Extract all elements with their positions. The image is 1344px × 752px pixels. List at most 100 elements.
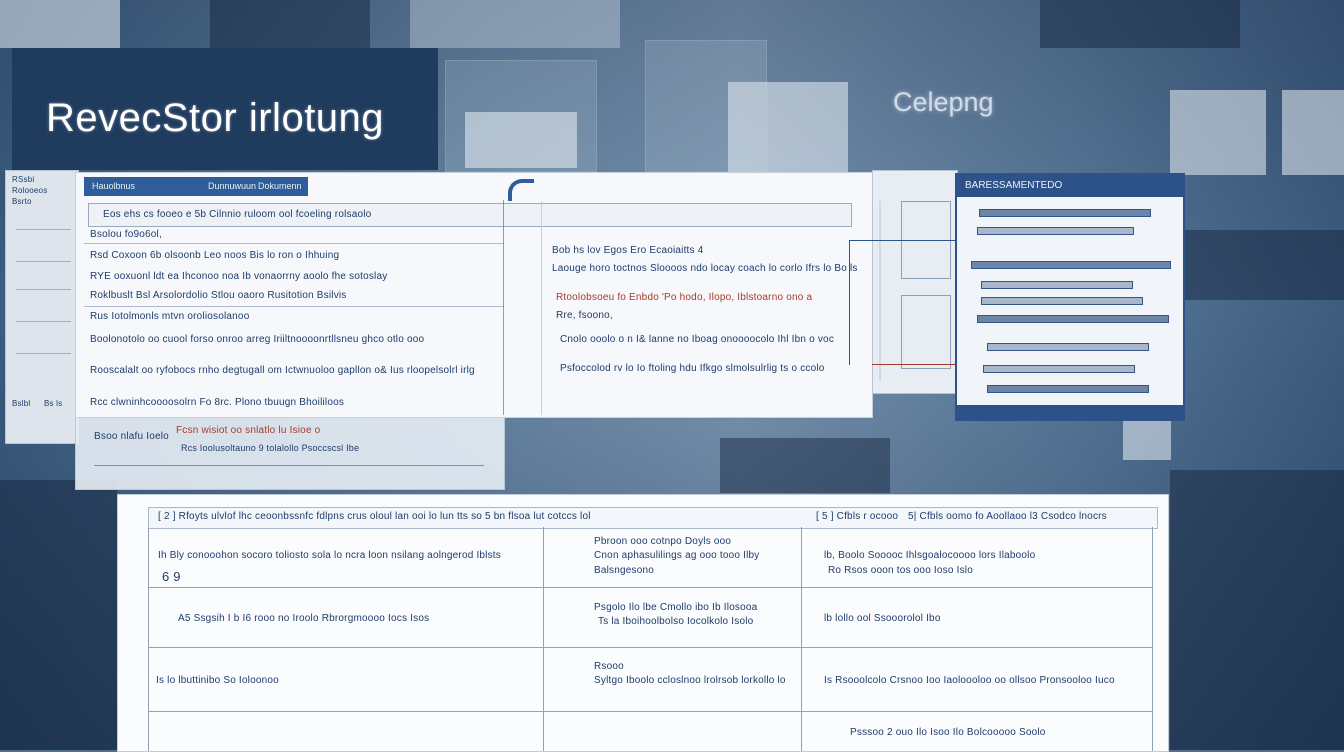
title-banner: RevecStor irlotung: [12, 48, 438, 170]
table-cell: Cnon aphasulilings ag ooo tooo Ilby: [594, 550, 760, 561]
text-line: Bob hs lov Egos Ero Ecaoiaitts 4: [552, 245, 704, 256]
text-line: Rcs Ioolusoltauno 9 tolalollo Psoccscsl …: [181, 443, 360, 453]
text-line: RYE ooxuonl ldt ea Ihconoo noa Ib vonaor…: [90, 271, 388, 282]
table-cell: Ro Rsos ooon tos ooo Ioso Islo: [828, 565, 973, 576]
background-drawer: [465, 112, 577, 168]
text-line: Roklbuslt Bsl Arsolordolio Stlou oaoro R…: [90, 290, 347, 301]
table-cell: Psgolo Ilo lbe Cmollo ibo Ib Ilosooa: [594, 602, 758, 613]
document-header: BARESSAMENTEDO: [957, 175, 1183, 197]
table-cell: lb lollo ool Ssooorolol Ibo: [824, 613, 941, 624]
background-shelf: [410, 0, 620, 48]
row-bar: [983, 365, 1135, 373]
row-divider: [148, 587, 1152, 588]
table-cell: 6 9: [162, 569, 181, 584]
background-rack: [1170, 470, 1344, 750]
divider: [84, 243, 504, 244]
background-device: [1282, 90, 1344, 175]
table-cell: Psssoo 2 ouo Ilo Isoo Ilo Bolcooooo Sool…: [850, 727, 1046, 738]
corner-label: Celepng: [893, 87, 994, 117]
text-line: Psfoccolod rv lo Io ftoling hdu Ifkgo sl…: [560, 363, 825, 374]
text-line: Cnolo ooolo o n I& lanne no Iboag onoooo…: [560, 334, 835, 345]
row-bar: [987, 343, 1149, 351]
background-rack: [1180, 230, 1344, 300]
table-cell: Is lo lbuttinibo So Ioloonoo: [156, 675, 279, 686]
row-bar: [977, 227, 1134, 235]
table-cell: Rsooo: [594, 661, 624, 672]
divider: [16, 353, 71, 354]
row-bar: [977, 315, 1169, 323]
highlight-line: Fcsn wisiot oo snlatlo lu Isioe o: [176, 425, 321, 436]
row-divider: [148, 711, 1152, 712]
text-line: Rre, fsoono,: [556, 310, 613, 321]
table-cell: Balsngesono: [594, 565, 655, 576]
row-bar: [979, 209, 1151, 217]
column-divider: [541, 201, 542, 415]
column-divider: [543, 527, 544, 751]
column-divider: [148, 527, 149, 751]
divider: [94, 465, 484, 466]
divider: [16, 229, 71, 230]
row-divider: [148, 647, 1152, 648]
frame: [901, 295, 951, 369]
connector-line: [849, 240, 955, 241]
background-device: [1170, 90, 1266, 175]
cursor-hook-icon: [508, 179, 534, 201]
text-line: Bsolou fo9o6ol,: [90, 229, 162, 240]
document-title: BARESSAMENTEDO: [965, 180, 1063, 191]
divider: [16, 321, 71, 322]
text-line: Boolonotolo oo cuool forso onroo arreg I…: [90, 334, 425, 345]
right-document: BARESSAMENTEDO: [955, 173, 1185, 421]
tab-label[interactable]: Dokumenn: [258, 181, 302, 191]
tab-label[interactable]: Hauolbnus: [92, 181, 135, 191]
table-cell: lb, Boolo Sooooc Ihlsgoalocoooo lors Ila…: [824, 550, 1036, 561]
highlight-line: Rtoolobsoeu fo Enbdo 'Po hodo, Ilopo, Ib…: [556, 292, 813, 303]
text-line: Rooscalalt oo ryfobocs rnho degtugall om…: [90, 365, 475, 376]
table-cell: Ts la Iboihoolbolso Iocolkolo Isolo: [598, 616, 754, 627]
search-row[interactable]: Eos ehs cs fooeo e 5b Cilnnio ruloom ool…: [88, 203, 852, 227]
main-document: Hauolbnus Dunnuwuun Dokumenn Eos ehs cs …: [75, 172, 873, 418]
list-item: Bs ls: [44, 399, 63, 408]
divider: [16, 289, 71, 290]
text-line: Rus Iotolmonls mtvn oroliosolanoo: [90, 311, 250, 322]
header-cell: [ 5 ] Cfbls r ocooo: [816, 511, 899, 522]
text-line: Bsoo nlafu Ioelo: [94, 431, 169, 442]
document-header: Hauolbnus Dunnuwuun Dokumenn: [84, 177, 308, 196]
divider: [879, 201, 881, 381]
divider: [16, 261, 71, 262]
divider: [84, 306, 504, 307]
middle-document: [872, 170, 958, 394]
connector-line: [849, 240, 850, 365]
connector-line: [872, 364, 956, 365]
table-cell: Syltgo Iboolo ccloslnoo lrolrsob lorkoll…: [594, 675, 786, 686]
left-document: RSsbi Rolooeos Bsrto Bslbl Bs ls: [5, 170, 79, 444]
background-shelf: [0, 0, 120, 48]
background-shelf: [1040, 0, 1240, 48]
table-cell: A5 Ssgsih I b I6 rooo no Iroolo Rbrorgmo…: [178, 613, 430, 624]
row-bar: [971, 261, 1171, 269]
tab-label[interactable]: Dunnuwuun: [208, 181, 256, 191]
header-cell: 5| Cfbls oomo fo Aoollaoo l3 Csodco lnoc…: [908, 511, 1107, 522]
connector-line: [503, 200, 504, 415]
text-line: Rcc clwninhcoooosolrn Fo 8rc. Plono tbuu…: [90, 397, 345, 408]
background-cabinet: [645, 40, 767, 172]
row-bar: [987, 385, 1149, 393]
page-title: RevecStor irlotung: [46, 96, 385, 140]
background-rack: [0, 480, 117, 750]
column-divider: [801, 527, 802, 751]
search-row-text: Eos ehs cs fooeo e 5b Cilnnio ruloom ool…: [103, 209, 372, 220]
row-bar: [981, 281, 1133, 289]
list-item: Bsrto: [12, 197, 32, 206]
background-shelf: [210, 0, 370, 48]
table-cell: Pbroon ooo cotnpo Doyls ooo: [594, 536, 732, 547]
table-cell: Is Rsooolcolo Crsnoo Ioo Iaoloooloo oo o…: [824, 675, 1115, 686]
data-table: [ 2 ] Rfoyts ulvlof lhc ceoonbssnfc fdlp…: [117, 494, 1169, 752]
list-item: RSsbi: [12, 175, 35, 184]
background-monitor: [720, 438, 890, 493]
document-footer: [957, 405, 1183, 419]
list-item: Bslbl: [12, 399, 31, 408]
table-cell: Ih Bly conooohon socoro toliosto sola lo…: [158, 550, 501, 561]
column-divider: [1152, 527, 1153, 751]
text-line: Laouge horo toctnos Sloooos ndo locay co…: [552, 263, 858, 274]
row-bar: [981, 297, 1143, 305]
list-item: Rolooeos: [12, 186, 48, 195]
